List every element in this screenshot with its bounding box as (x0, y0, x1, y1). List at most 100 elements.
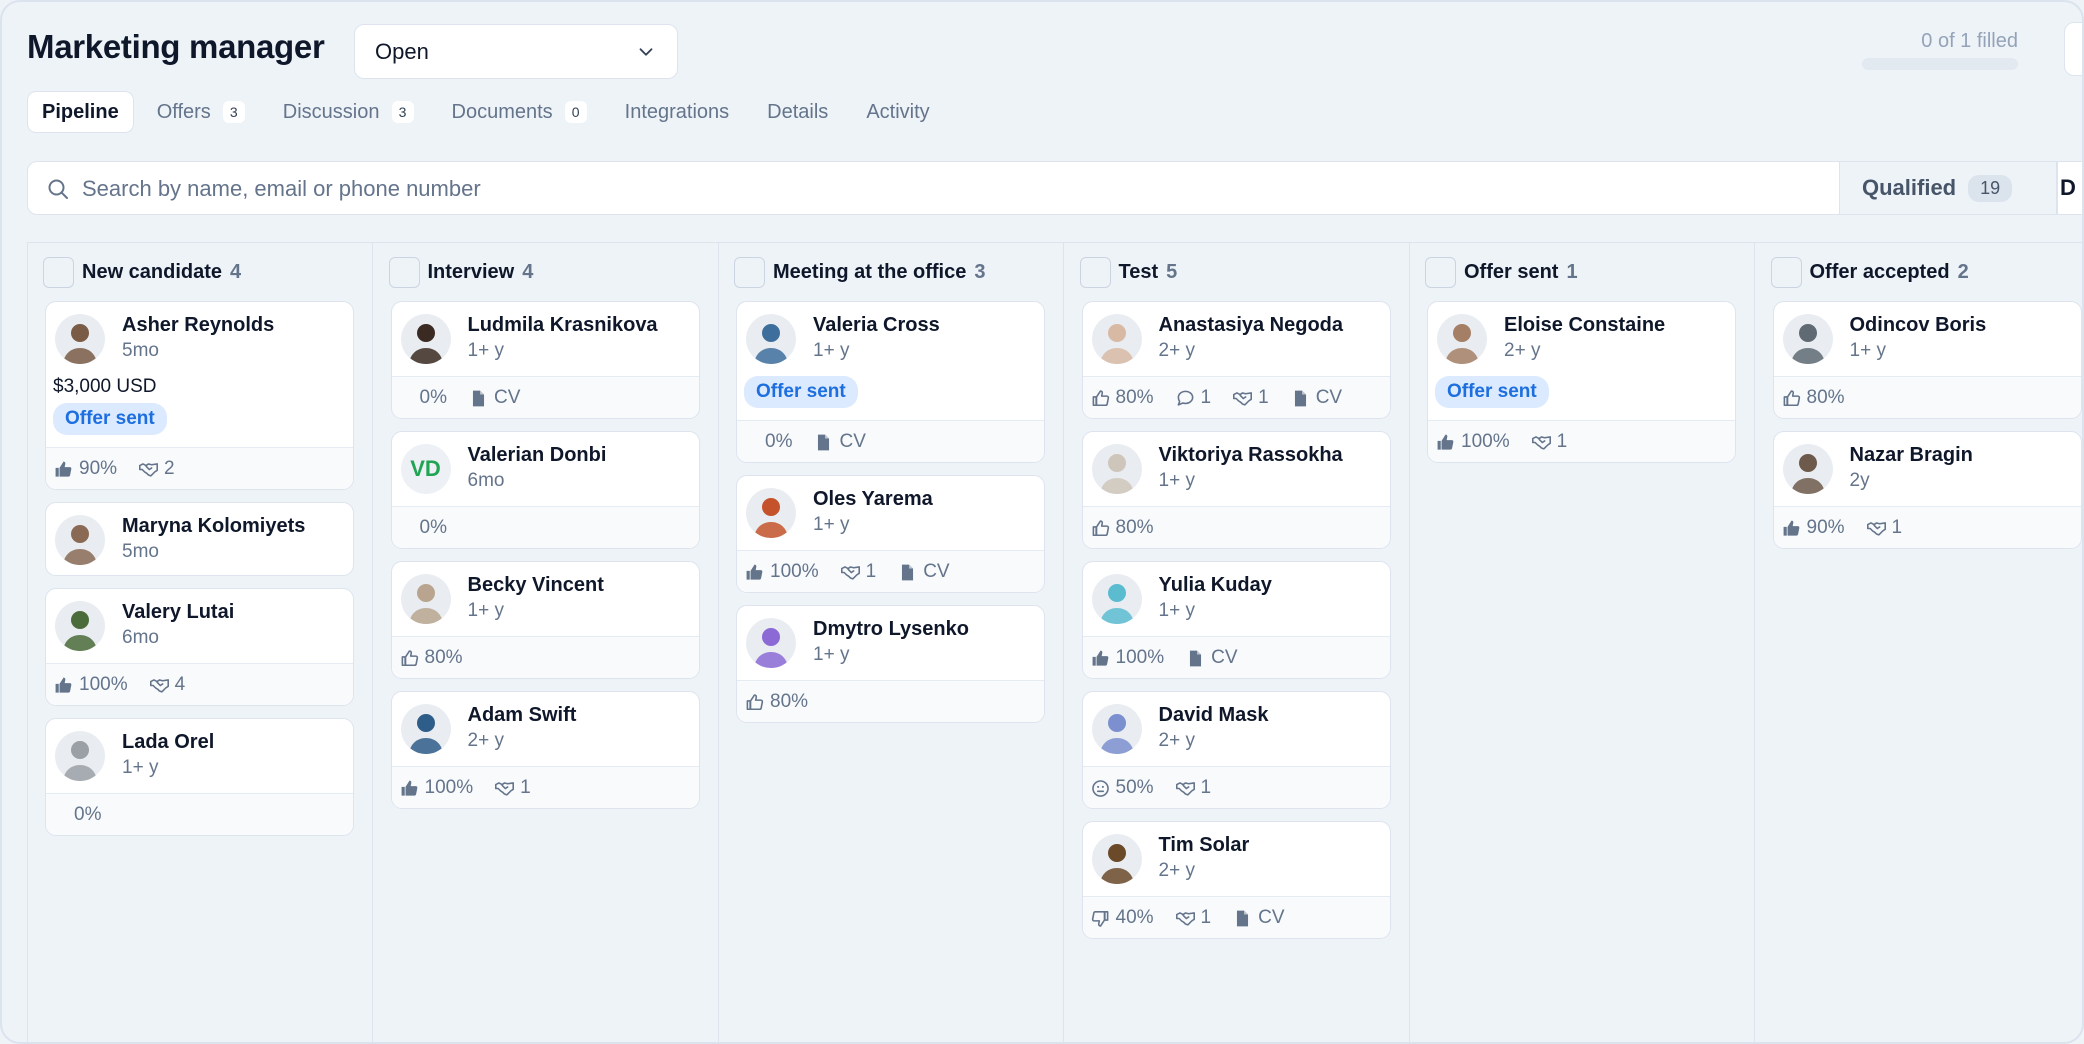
tab-integrations[interactable]: Integrations (625, 91, 730, 133)
handshake-stat: 1 (840, 561, 876, 583)
status-select[interactable]: Open (354, 24, 678, 79)
card-stats: 100% 1 (391, 766, 699, 808)
tab-label: Activity (866, 100, 930, 123)
tab-details[interactable]: Details (767, 91, 828, 133)
badge-row: Offer sent (1428, 376, 1735, 420)
neutral-face-stat: 50% (1091, 777, 1154, 799)
candidate-name: Dmytro Lysenko (813, 618, 969, 640)
column-count: 4 (522, 260, 534, 283)
avatar-image (746, 314, 796, 364)
candidate-card[interactable]: Anastasiya Negoda 2+ y 80% 1 1 CV (1081, 301, 1391, 419)
stat-value: 100% (424, 777, 474, 798)
candidate-experience: 6mo (122, 627, 159, 648)
thumbs-up-icon (1092, 650, 1108, 666)
card-header: Becky Vincent 1+ y (392, 562, 699, 636)
thumbs-up-outline-icon (1092, 389, 1109, 406)
avatar (746, 618, 796, 668)
candidate-card[interactable]: Tim Solar 2+ y 40% 1 CV (1081, 821, 1391, 939)
tab-discussion[interactable]: Discussion 3 (283, 91, 414, 133)
thumbs-up-icon (55, 461, 72, 477)
candidate-card[interactable]: Becky Vincent 1+ y 80% (390, 561, 700, 679)
handshake-icon (149, 678, 169, 693)
candidate-card[interactable]: Odincov Boris 1+ y 80% (1772, 301, 2082, 419)
candidate-card[interactable]: Valeria Cross 1+ y Offer sent 0% CV (736, 301, 1045, 463)
candidate-experience: 2+ y (1158, 340, 1195, 361)
candidate-card[interactable]: Asher Reynolds 5mo $3,000 USD Offer sent 90%… (45, 301, 354, 490)
card-header: Tim Solar 2+ y (1083, 822, 1390, 896)
candidate-name: Adam Swift (467, 704, 577, 726)
candidate-card[interactable]: Adam Swift 2+ y 100% 1 (390, 691, 700, 809)
next-filter-button[interactable]: D (2057, 161, 2082, 215)
column-select-checkbox[interactable] (43, 256, 74, 288)
header-action-button[interactable] (2064, 22, 2082, 76)
candidate-experience: 1+ y (1849, 340, 1886, 361)
candidate-card[interactable]: Valery Lutai 6mo 100% 4 (45, 588, 354, 706)
qualified-count: 19 (1968, 174, 2013, 202)
column-select-checkbox[interactable] (734, 256, 765, 288)
card-stats: 80% (1082, 506, 1390, 548)
candidate-card[interactable]: Oles Yarema 1+ y 100% 1 CV (736, 475, 1045, 593)
column-title: Test (1118, 260, 1159, 283)
candidate-name: Anastasiya Negoda (1158, 314, 1344, 336)
qualified-filter-button[interactable]: Qualified 19 (1839, 161, 2057, 215)
card-header: Maryna Kolomiyets 5mo (46, 503, 353, 575)
candidate-card[interactable]: Nazar Bragin 2y 90% 1 (1772, 431, 2082, 549)
avatar-image (1782, 314, 1833, 364)
candidate-card[interactable]: Eloise Constaine 2+ y Offer sent 100% 1 (1427, 301, 1736, 463)
column-select-checkbox[interactable] (1079, 256, 1111, 288)
column-select-checkbox[interactable] (388, 256, 420, 288)
candidate-card[interactable]: Maryna Kolomiyets 5mo (45, 502, 354, 576)
card-header: Adam Swift 2+ y (392, 692, 699, 766)
thumbs-up-outline-stat: 80% (1782, 387, 1845, 409)
pipeline-column: Interview 4 Ludmila Krasnikova 1+ y 0% CV VD Va… (374, 243, 719, 1042)
tab-offers[interactable]: Offers 3 (157, 91, 245, 133)
handshake-stat: 4 (149, 674, 185, 696)
candidate-experience: 5mo (122, 340, 159, 361)
tab-label: Documents (451, 100, 553, 123)
candidate-card[interactable]: Yulia Kuday 1+ y 100% CV (1081, 561, 1391, 679)
avatar-image (746, 488, 796, 538)
card-stats: 80% (1773, 376, 2081, 418)
handshake-icon (1531, 435, 1551, 450)
document-icon (902, 564, 914, 580)
candidate-experience: 1+ y (1158, 470, 1195, 491)
avatar (1782, 314, 1833, 364)
thumbs-up-stat: 100% (1091, 647, 1164, 669)
handshake-icon (1866, 521, 1886, 536)
candidate-experience: 1+ y (467, 340, 504, 361)
candidate-name: Maryna Kolomiyets (122, 515, 306, 537)
search-input[interactable] (82, 170, 1282, 208)
tab-count-badge: 0 (564, 101, 587, 123)
candidate-name: David Mask (1158, 704, 1269, 726)
tab-pipeline[interactable]: Pipeline (27, 91, 134, 133)
column-count: 4 (230, 260, 242, 283)
candidate-card[interactable]: David Mask 2+ y 50% 1 (1081, 691, 1391, 809)
tab-activity[interactable]: Activity (866, 91, 929, 133)
card-header: David Mask 2+ y (1083, 692, 1390, 766)
score-text: 0% (420, 517, 447, 539)
candidate-card[interactable]: Viktoriya Rassokha 1+ y 80% (1081, 431, 1391, 549)
candidate-card[interactable]: Lada Orel 1+ y 0% (45, 718, 354, 836)
candidate-card[interactable]: VD Valerian Donbi 6mo 0% (390, 431, 700, 549)
card-header: Nazar Bragin 2y (1774, 432, 2081, 506)
avatar-image (1091, 834, 1142, 884)
tab-documents[interactable]: Documents 0 (452, 91, 587, 133)
search-bar (27, 161, 2082, 215)
stat-value: CV (493, 387, 521, 408)
column-select-checkbox[interactable] (1425, 256, 1456, 288)
column-header: Offer sent 1 (1425, 255, 1578, 289)
card-header: Lada Orel 1+ y (46, 719, 353, 793)
column-select-checkbox[interactable] (1770, 256, 1802, 288)
handshake-icon (1233, 391, 1253, 406)
candidate-card[interactable]: Ludmila Krasnikova 1+ y 0% CV (390, 301, 700, 419)
score-text: 0% (765, 431, 792, 453)
handshake-stat: 1 (1531, 431, 1567, 453)
handshake-icon (1175, 781, 1195, 796)
stat-value: 0% (74, 804, 102, 825)
candidate-card[interactable]: Dmytro Lysenko 1+ y 80% (736, 605, 1045, 723)
tab-label: Offers (156, 100, 211, 123)
thumbs-up-outline-icon (1783, 389, 1800, 406)
thumbs-down-outline-stat: 40% (1091, 907, 1154, 929)
card-header: Anastasiya Negoda 2+ y (1083, 302, 1390, 376)
thumbs-up-icon (746, 564, 763, 580)
